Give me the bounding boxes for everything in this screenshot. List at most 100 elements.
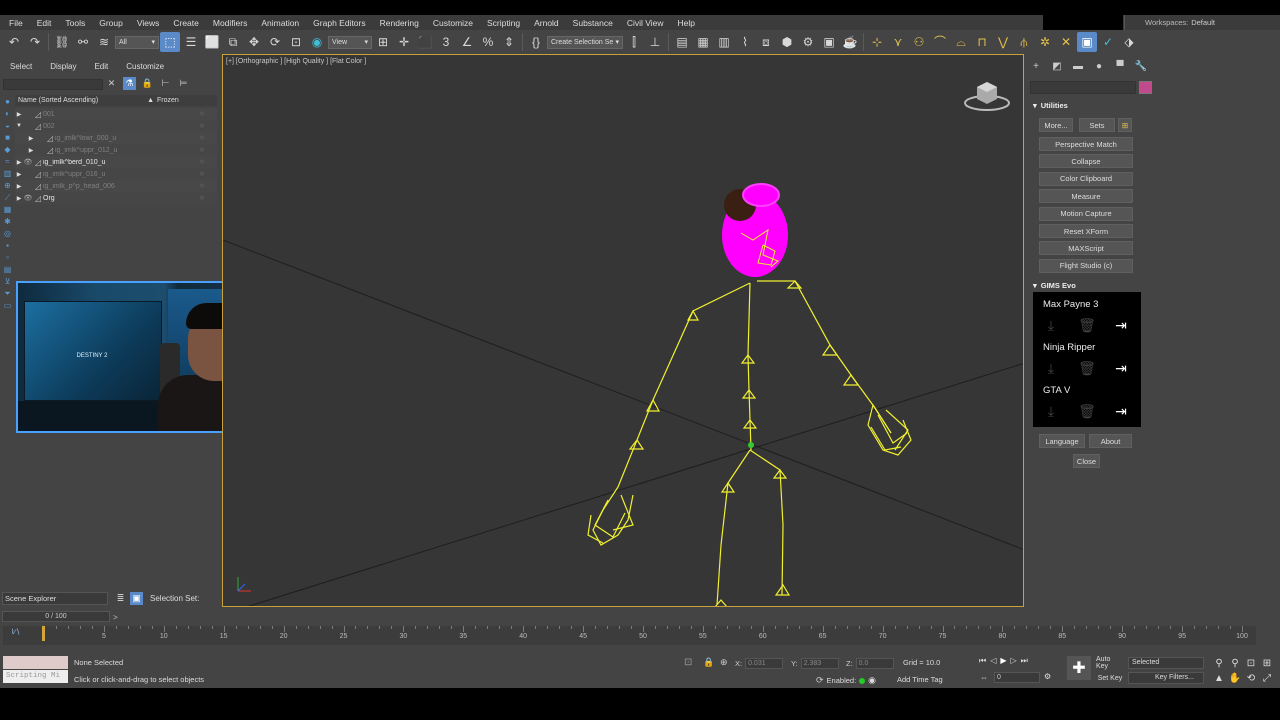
time-config-icon[interactable]: ⚙ — [1044, 672, 1051, 681]
select-by-name-icon[interactable]: ☰ — [181, 32, 201, 52]
isolate-selection-icon[interactable]: ⊡ — [684, 657, 692, 668]
time-slider-next-icon[interactable]: > — [113, 613, 118, 622]
scene-row[interactable]: ▶ ◿ ig_imlk^uppr_012_u ❄ — [15, 144, 217, 156]
frozen-toggle-icon[interactable]: ❄ — [187, 158, 217, 166]
scene-converter-icon[interactable]: ⬗ — [1119, 32, 1139, 52]
scene-row[interactable]: ▶ ◿ ig_imlk^uppr_016_u ❄ — [15, 168, 217, 180]
se-menu-display[interactable]: Display — [40, 62, 84, 74]
angle-snap-icon[interactable]: ∠ — [457, 32, 477, 52]
coord-x-field[interactable]: 0.031 — [745, 658, 784, 669]
import-icon[interactable]: ⇥ — [1112, 316, 1130, 334]
display-helpers-icon[interactable]: ◆ — [2, 145, 13, 154]
curve-editor-icon[interactable]: ⌇ — [735, 32, 755, 52]
menu-item-views[interactable]: Views — [130, 18, 167, 28]
key-selection-dropdown[interactable]: Selected — [1128, 657, 1204, 669]
hierarchy-icon[interactable]: ⊢ — [159, 77, 172, 90]
prev-frame-icon[interactable]: ◁ — [990, 656, 996, 666]
display-hidden-icon[interactable]: ◎ — [2, 229, 13, 238]
arnold-tool-10-icon[interactable]: ✕ — [1056, 32, 1076, 52]
utility-button-measure[interactable]: Measure — [1039, 189, 1133, 204]
coord-z-field[interactable]: 0.0 — [855, 658, 894, 669]
menu-item-substance[interactable]: Substance — [566, 18, 620, 28]
rendered-frame-icon[interactable]: ▣ — [819, 32, 839, 52]
arnold-tool-5-icon[interactable]: ⌓ — [951, 32, 971, 52]
viewport[interactable] — [222, 54, 1024, 607]
pivot-center-icon[interactable]: ⊞ — [373, 32, 393, 52]
timeline-track[interactable] — [3, 626, 1256, 645]
clear-search-icon[interactable]: ✕ — [105, 77, 118, 90]
import-icon[interactable]: ⇥ — [1112, 402, 1130, 420]
enabled-status-dot[interactable] — [859, 677, 866, 684]
arnold-tool-4-icon[interactable]: ⌒ — [930, 32, 950, 52]
se-menu-customize[interactable]: Customize — [116, 62, 172, 74]
render-icon[interactable]: ☕ — [840, 32, 860, 52]
se-menu-edit[interactable]: Edit — [84, 62, 116, 74]
auto-key-button[interactable]: Auto Key — [1096, 656, 1124, 670]
display-none-icon[interactable]: ▫ — [2, 253, 13, 262]
track-bar-toggle-icon[interactable]: ⌇∕∖ — [11, 628, 20, 636]
viewcube-icon[interactable] — [963, 79, 1011, 111]
frozen-toggle-icon[interactable]: ❄ — [187, 134, 217, 142]
sets-button[interactable]: Sets — [1079, 118, 1115, 132]
modify-tab-icon[interactable]: ◩ — [1051, 60, 1063, 72]
keyboard-shortcut-icon[interactable]: ⬛ — [415, 32, 435, 52]
layer-explorer-icon[interactable]: ▦ — [693, 32, 713, 52]
scene-row[interactable]: ▶ ◿ ig_imlk_p^p_head_006 ❄ — [15, 180, 217, 192]
snaps-toggle-icon[interactable]: 3 — [436, 32, 456, 52]
frozen-toggle-icon[interactable]: ❄ — [187, 182, 217, 190]
scene-row[interactable]: ▼ ◿ 002 ❄ — [15, 120, 217, 132]
viewport-label[interactable]: [+] [Orthographic ] [High Quality ] [Fla… — [226, 58, 366, 65]
menu-item-customize[interactable]: Customize — [426, 18, 480, 28]
place-icon[interactable]: ◉ — [307, 32, 327, 52]
frozen-toggle-icon[interactable]: ❄ — [187, 194, 217, 202]
display-geometry-icon[interactable]: ● — [2, 97, 13, 106]
display-cameras-icon[interactable]: ■ — [2, 133, 13, 142]
scene-explorer-toggle-icon[interactable]: ▤ — [672, 32, 692, 52]
maximize-viewport-icon[interactable]: ⤢ — [1261, 672, 1273, 684]
time-slider[interactable]: 0 / 100 — [2, 611, 110, 622]
set-key-button[interactable]: Set Key — [1096, 672, 1124, 684]
frozen-toggle-icon[interactable]: ❄ — [187, 110, 217, 118]
utility-button-color-clipboard[interactable]: Color Clipboard — [1039, 171, 1133, 186]
goto-end-icon[interactable]: ⏭ — [1021, 656, 1028, 666]
trash-icon[interactable]: 🗑 — [1078, 359, 1096, 377]
expand-closed-icon[interactable]: ▶ — [27, 147, 35, 154]
folder-icon[interactable]: ▭ — [2, 301, 13, 310]
scene-explorer-tab[interactable]: Scene Explorer — [2, 592, 108, 605]
set-key-icon[interactable]: ✚ — [1067, 656, 1091, 680]
selection-filter-dropdown[interactable]: All ▾ — [115, 35, 159, 49]
column-name-header[interactable]: Name (Sorted Ascending) — [15, 97, 147, 104]
lock-icon[interactable]: 🔒 — [141, 77, 154, 90]
adaptive-degradation-icon[interactable]: ⟳ — [816, 675, 824, 686]
select-manipulate-icon[interactable]: ✛ — [394, 32, 414, 52]
import-icon[interactable]: ⇥ — [1112, 359, 1130, 377]
add-time-tag[interactable]: Add Time Tag — [897, 675, 943, 684]
scene-row[interactable]: ▶ 👁 ◿ Org ❄ — [15, 192, 217, 204]
layers-icon[interactable]: ≣ — [114, 592, 127, 605]
visibility-eye-icon[interactable]: 👁 — [23, 158, 33, 166]
scale-icon[interactable]: ⊡ — [286, 32, 306, 52]
material-editor-icon[interactable]: ⬢ — [777, 32, 797, 52]
display-containers-icon[interactable]: ▦ — [2, 205, 13, 214]
menu-item-create[interactable]: Create — [166, 18, 206, 28]
arnold-tool-3-icon[interactable]: ⚇ — [909, 32, 929, 52]
selection-set-icon[interactable]: ▣ — [130, 592, 143, 605]
menu-item-modifiers[interactable]: Modifiers — [206, 18, 254, 28]
zoom-icon[interactable]: ⚲ — [1213, 657, 1225, 669]
menu-item-help[interactable]: Help — [671, 18, 702, 28]
workspace-value[interactable]: Default — [1191, 18, 1215, 27]
expand-closed-icon[interactable]: ▶ — [27, 135, 35, 142]
redo-icon[interactable]: ↷ — [25, 32, 45, 52]
time-playhead[interactable] — [42, 626, 45, 641]
download-icon[interactable]: ⤓ — [1042, 402, 1060, 420]
select-object-icon[interactable]: ⬚ — [160, 32, 180, 52]
edit-named-selection-icon[interactable]: {} — [526, 32, 546, 52]
motion-tab-icon[interactable]: ● — [1093, 60, 1105, 72]
ref-coord-dropdown[interactable]: View ▾ — [328, 35, 372, 49]
display-shapes-icon[interactable]: ◐ — [2, 109, 13, 118]
display-bones-icon[interactable]: ⟋ — [2, 193, 13, 202]
next-frame-icon[interactable]: ▷ — [1011, 656, 1017, 666]
download-icon[interactable]: ⤓ — [1042, 359, 1060, 377]
named-selection-dropdown[interactable]: Create Selection Se ▾ — [547, 35, 623, 49]
field-of-view-icon[interactable]: ▲ — [1213, 672, 1225, 684]
